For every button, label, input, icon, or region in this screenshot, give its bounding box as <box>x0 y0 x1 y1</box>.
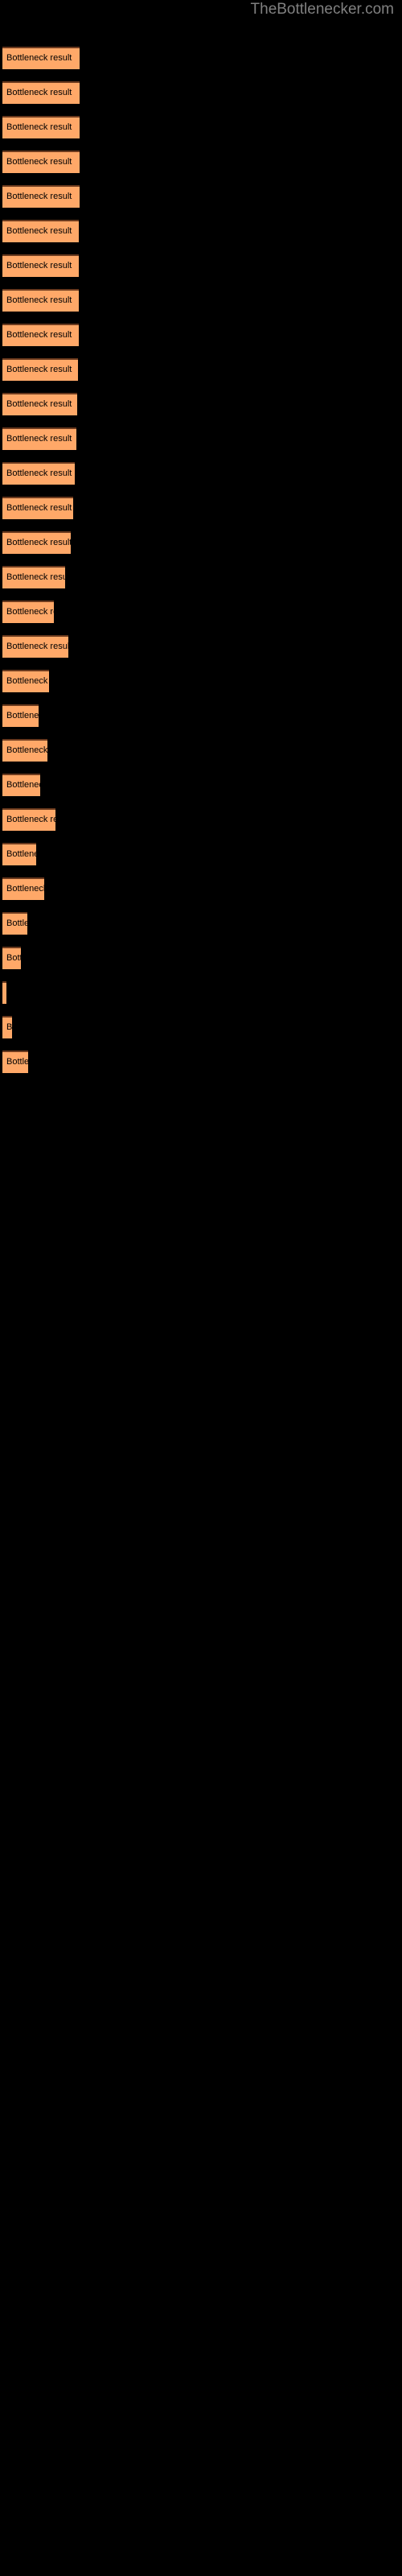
bar-label-clip: Bottleneck result <box>2 81 80 104</box>
bar-label-clip: Bottleneck result <box>2 220 79 242</box>
bar-label-clip: Bottleneck result <box>2 254 79 277</box>
bar-label: Bottleneck result <box>6 538 71 547</box>
bar-label-clip: Bottleneck result <box>2 912 27 935</box>
bar-label: Bottleneck result <box>6 503 72 513</box>
bar-label-clip: Bottleneck result <box>2 497 73 519</box>
bar-label: Bottleneck result <box>6 953 21 963</box>
bar-label: Bottleneck result <box>6 399 72 409</box>
bar-label-clip: Bottleneck result <box>2 808 55 831</box>
bar-label-clip: Bottleneck result <box>2 670 49 692</box>
bar-label: Bottleneck result <box>6 711 39 720</box>
chart-plot-area: Bottleneck result Bottleneck result Bottle… <box>0 0 402 2576</box>
bar-label: Bottleneck result <box>6 572 65 582</box>
bar-label: Bottleneck result <box>6 884 44 894</box>
bar-label: Bottleneck result <box>6 226 72 236</box>
bar-label-clip: Bottleneck result <box>2 185 80 208</box>
bar-label-clip: Bottleneck result <box>2 739 47 762</box>
bar-label: Bottleneck result <box>6 676 49 686</box>
bar-label: Bottleneck result <box>6 122 72 132</box>
bar-label: Bottleneck result <box>6 192 72 201</box>
bar-label: Bottleneck result <box>6 365 72 374</box>
bar-label-clip: Bottleneck result <box>2 601 54 623</box>
bar-label-clip: Bottleneck result <box>2 635 68 658</box>
bar-label-clip: Bottleneck result <box>2 877 44 900</box>
bar-label: Bottleneck result <box>6 780 40 790</box>
bar-label-clip: Bottleneck result <box>2 843 36 865</box>
bar-label: Bottleneck result <box>6 295 72 305</box>
bar-label: Bottleneck result <box>6 261 72 270</box>
bar-label-clip: Bottleneck result <box>2 981 6 1004</box>
bar-label-clip: Bottleneck result <box>2 531 71 554</box>
bar-label-clip: Bottleneck result <box>2 116 80 138</box>
bar-label-clip: Bottleneck result <box>2 1016 12 1038</box>
bar-label-clip: Bottleneck result <box>2 462 75 485</box>
bar-label-clip: Bottleneck result <box>2 47 80 69</box>
bar-label: Bottleneck result <box>6 434 72 444</box>
bar-label-clip: Bottleneck result <box>2 289 79 312</box>
bar-label-clip: Bottleneck result <box>2 704 39 727</box>
bar-label-clip: Bottleneck result <box>2 151 80 173</box>
bar-label: Bottleneck result <box>6 88 72 97</box>
bar-label-clip: Bottleneck result <box>2 358 78 381</box>
bar-label: Bottleneck result <box>6 157 72 167</box>
bar-label: Bottleneck result <box>6 330 72 340</box>
bar-label: Bottleneck result <box>6 919 27 928</box>
bar-label: Bottleneck result <box>6 53 72 63</box>
bar-label: Bottleneck result <box>6 1057 28 1067</box>
bar-label: Bottleneck result <box>6 642 68 651</box>
bar-label-clip: Bottleneck result <box>2 774 40 796</box>
bottleneck-chart: TheBottlenecker.com Bottleneck result Bot… <box>0 0 402 2576</box>
bar-label: Bottleneck result <box>6 815 55 824</box>
bar-label-clip: Bottleneck result <box>2 324 79 346</box>
bar-label: Bottleneck result <box>6 607 54 617</box>
bar-label-clip: Bottleneck result <box>2 947 21 969</box>
bar-label-clip: Bottleneck result <box>2 566 65 588</box>
bar-label: Bottleneck result <box>6 745 47 755</box>
bar-label-clip: Bottleneck result <box>2 427 76 450</box>
bar-label-clip: Bottleneck result <box>2 1051 28 1073</box>
bar-label-clip: Bottleneck result <box>2 393 77 415</box>
bar-label: Bottleneck result <box>6 849 36 859</box>
bar-label: Bottleneck result <box>6 1022 12 1032</box>
bar-label: Bottleneck result <box>6 469 72 478</box>
